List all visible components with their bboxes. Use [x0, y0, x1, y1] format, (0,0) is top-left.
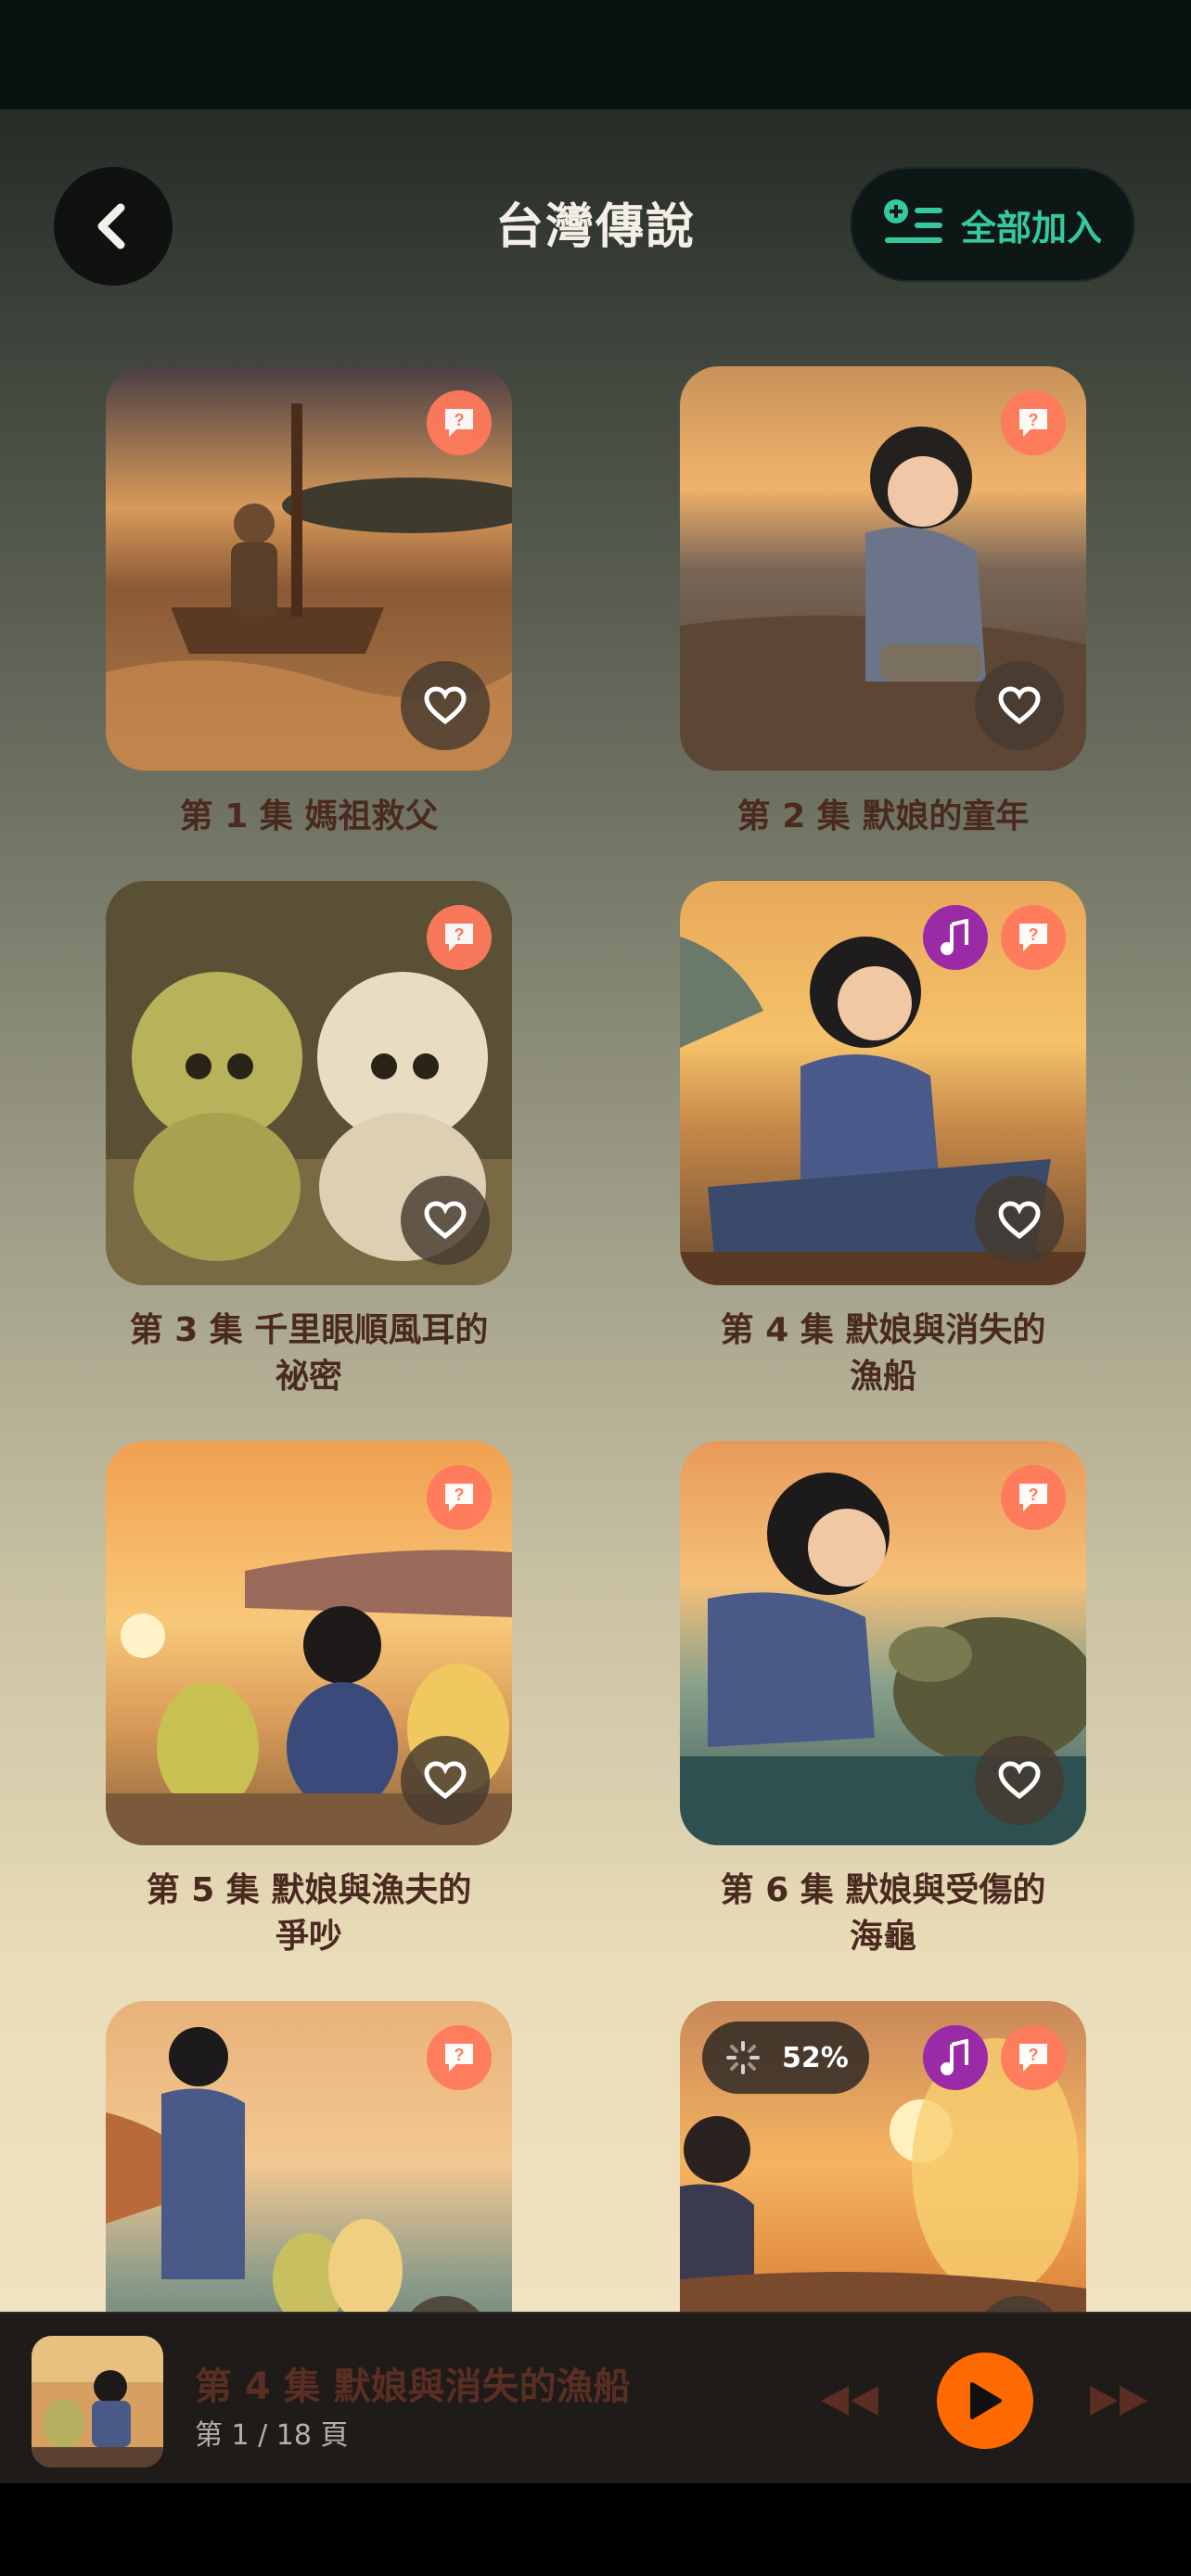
chat-question-icon: ?	[445, 1484, 473, 1511]
favorite-button[interactable]	[401, 1736, 490, 1825]
chat-badge: ?	[427, 2025, 492, 2090]
heart-icon	[424, 1761, 467, 1800]
fast-forward-button[interactable]	[1082, 2371, 1156, 2430]
svg-text:?: ?	[455, 2046, 465, 2064]
now-playing-title: 第 4 集 默娘與消失的漁船	[195, 2366, 631, 2408]
episode-title: 第 2 集 默娘的童年	[736, 797, 1030, 835]
episode-card-2[interactable]: ?	[680, 366, 1086, 771]
music-badge	[923, 905, 988, 970]
episode-card-6[interactable]: ?	[680, 1441, 1086, 1845]
chat-badge: ?	[427, 905, 492, 970]
heart-icon	[998, 686, 1041, 725]
favorite-button[interactable]	[975, 1176, 1064, 1265]
status-bar	[0, 0, 1191, 109]
chat-question-icon: ?	[1019, 409, 1047, 437]
episode-title-line1: 第 6 集 默娘與受傷的	[720, 1871, 1046, 1909]
svg-text:?: ?	[455, 1486, 465, 1504]
chat-question-icon: ?	[445, 409, 473, 437]
svg-text:?: ?	[1029, 1486, 1039, 1504]
chat-question-icon: ?	[445, 2044, 473, 2072]
chat-badge: ?	[1001, 390, 1066, 455]
favorite-button[interactable]	[975, 661, 1064, 750]
download-progress: 52%	[702, 2021, 869, 2094]
episode-title: 第 3 集 千里眼順風耳的 祕密	[68, 1307, 550, 1400]
heart-icon	[424, 686, 467, 725]
episode-title-line2: 爭吵	[275, 1918, 342, 1956]
chat-badge: ?	[1001, 1465, 1066, 1530]
chat-question-icon: ?	[1019, 924, 1047, 951]
mini-player[interactable]: 第 4 集 默娘與消失的漁船 第 1 / 18 頁	[0, 2312, 1191, 2483]
rewind-button[interactable]	[813, 2371, 887, 2430]
music-note-icon	[941, 2039, 968, 2075]
episode-title: 第 4 集 默娘與消失的 漁船	[642, 1307, 1124, 1400]
svg-text:?: ?	[455, 925, 465, 944]
spinner-icon	[726, 2041, 760, 2074]
favorite-button[interactable]	[401, 1176, 490, 1265]
rewind-icon	[821, 2386, 878, 2416]
svg-text:?: ?	[1029, 411, 1039, 429]
play-icon	[970, 2382, 1002, 2419]
add-all-label: 全部加入	[961, 207, 1103, 249]
svg-text:?: ?	[1029, 2046, 1039, 2064]
favorite-button[interactable]	[975, 1736, 1064, 1825]
play-button[interactable]	[937, 2353, 1033, 2449]
favorite-button[interactable]	[401, 661, 490, 750]
svg-text:?: ?	[1029, 925, 1039, 944]
back-button[interactable]	[54, 167, 173, 286]
episode-card-4[interactable]: ?	[680, 881, 1086, 1285]
chat-question-icon: ?	[445, 924, 473, 951]
episode-title: 第 5 集 默娘與漁夫的 爭吵	[68, 1868, 550, 1960]
page-title: 台灣傳說	[494, 199, 696, 255]
episode-title-line1: 第 3 集 千里眼順風耳的	[129, 1311, 489, 1349]
episode-title-line1: 第 5 集 默娘與漁夫的	[146, 1871, 472, 1909]
episode-title: 第 6 集 默娘與受傷的 海龜	[642, 1868, 1124, 1960]
episode-title-line2: 海龜	[849, 1918, 916, 1956]
episode-title-line2: 漁船	[849, 1358, 916, 1396]
now-playing-art	[32, 2336, 163, 2468]
home-indicator-area	[0, 2483, 1191, 2576]
episode-card-3[interactable]: ?	[106, 881, 512, 1285]
chat-question-icon: ?	[1019, 2044, 1047, 2072]
chat-badge: ?	[427, 1465, 492, 1530]
now-playing-page: 第 1 / 18 頁	[195, 2419, 349, 2452]
progress-label: 52%	[782, 2041, 849, 2074]
svg-text:?: ?	[455, 411, 465, 429]
music-badge	[923, 2025, 988, 2090]
chat-badge: ?	[1001, 2025, 1066, 2090]
episode-list-page: 台灣傳說 全部加入 ? 第 1 集 媽祖救父 ? 第 2 集 默娘的童年 ? 第…	[0, 109, 1191, 2483]
playlist-add-icon	[884, 199, 942, 243]
chat-badge: ?	[1001, 905, 1066, 970]
music-note-icon	[941, 919, 968, 955]
chat-question-icon: ?	[1019, 1484, 1047, 1511]
episode-title-line1: 第 4 集 默娘與消失的	[720, 1311, 1046, 1349]
episode-card-1[interactable]: ?	[106, 366, 512, 771]
episode-card-5[interactable]: ?	[106, 1441, 512, 1845]
heart-icon	[998, 1201, 1041, 1240]
heart-icon	[424, 1201, 467, 1240]
episode-title: 第 1 集 媽祖救父	[179, 797, 439, 835]
chevron-left-icon	[97, 203, 125, 249]
episode-title-line2: 祕密	[275, 1358, 342, 1396]
fast-forward-icon	[1090, 2386, 1147, 2416]
chat-badge: ?	[427, 390, 492, 455]
add-all-button[interactable]: 全部加入	[850, 167, 1135, 282]
heart-icon	[998, 1761, 1041, 1800]
now-playing-thumbnail[interactable]	[32, 2336, 163, 2468]
